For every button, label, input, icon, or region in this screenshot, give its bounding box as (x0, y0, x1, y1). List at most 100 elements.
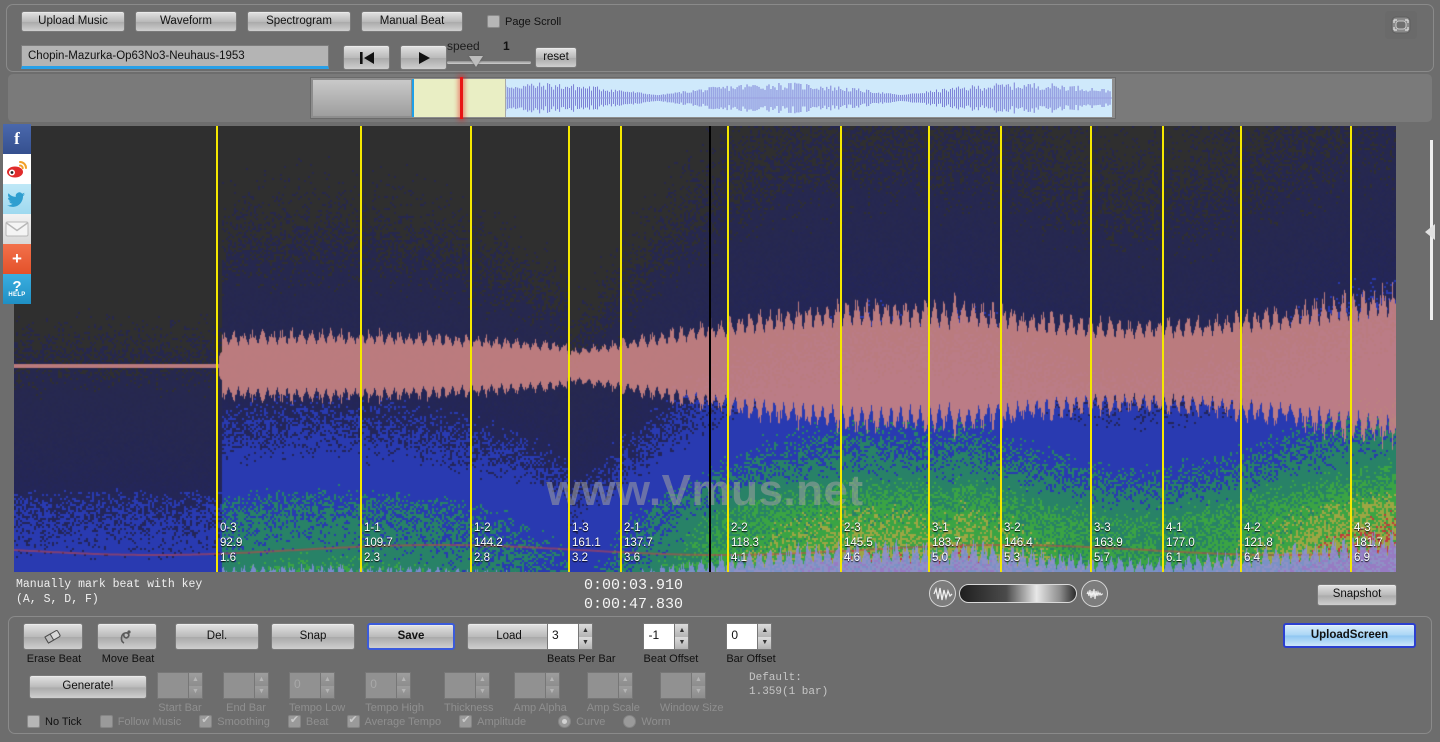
waveform-button[interactable]: Waveform (135, 11, 237, 32)
thickness-spinner[interactable]: ▲ ▼ Thickness (443, 672, 494, 714)
amp-scale-spinner[interactable]: ▲ ▼ Amp Scale (586, 672, 640, 714)
tempo-low-spinner-label: Tempo Low (289, 702, 346, 714)
beat-line[interactable] (620, 126, 622, 572)
vmus-beat-editor-app: Upload Music Waveform Spectrogram Manual… (0, 0, 1440, 742)
beat-index-label: 2-2 (731, 522, 748, 534)
no-tick-checkbox-box[interactable] (27, 715, 40, 728)
beat-label-group: 0-3 92.9 1.6 (220, 521, 242, 566)
tempo-low-spinner-stepper: ▲ ▼ (320, 672, 335, 699)
bar-offset-spinner-value[interactable]: 0 (726, 623, 758, 650)
beat-line[interactable] (1000, 126, 1002, 572)
erase-beat-tool[interactable]: Erase Beat (23, 623, 85, 665)
end-bar-spinner[interactable]: ▲ ▼ End Bar (223, 672, 269, 714)
load-button[interactable]: Load (467, 623, 551, 650)
erase-beat-button[interactable] (23, 623, 83, 650)
tempo-high-spinner-value: 0 (365, 672, 397, 699)
reset-speed-button[interactable]: reset (535, 47, 577, 68)
beat-line[interactable] (360, 126, 362, 572)
speed-slider-thumb[interactable] (469, 56, 483, 67)
beat-index-label: 1-1 (364, 522, 381, 534)
move-beat-tool[interactable]: Move Beat (97, 623, 159, 665)
beat-line[interactable] (840, 126, 842, 572)
snapshot-button[interactable]: Snapshot (1317, 584, 1397, 606)
no-tick-checkbox-label: No Tick (45, 715, 82, 728)
beat-label-group: 4-3 181.7 6.9 (1354, 521, 1383, 566)
stepper-up-icon[interactable]: ▲ (758, 624, 772, 637)
waveform-mix-icon[interactable] (929, 580, 956, 607)
beats-per-bar-spinner[interactable]: 3 ▲ ▼ Beats Per Bar (547, 623, 615, 665)
track-overview-strip[interactable] (8, 74, 1432, 122)
save-button[interactable]: Save (367, 623, 455, 650)
stepper-up-icon[interactable]: ▲ (579, 624, 592, 637)
upload-music-button[interactable]: Upload Music (21, 11, 125, 32)
spectrogram-canvas[interactable] (14, 126, 1396, 572)
stepper-down-icon[interactable]: ▼ (579, 636, 592, 649)
beats-per-bar-spinner-stepper[interactable]: ▲ ▼ (578, 623, 593, 650)
thickness-spinner-value (443, 672, 475, 699)
blend-slider-bar[interactable] (959, 584, 1077, 603)
help-icon[interactable]: ? HELP (3, 274, 31, 304)
page-scroll-control[interactable]: Page Scroll (487, 15, 561, 28)
speed-control[interactable]: speed 1 (447, 39, 531, 71)
fullscreen-resize-button[interactable] (1385, 11, 1417, 39)
beat-line[interactable] (1162, 126, 1164, 572)
amp-alpha-spinner[interactable]: ▲ ▼ Amp Alpha (513, 672, 567, 714)
beat-line[interactable] (1090, 126, 1092, 572)
page-scroll-checkbox[interactable] (487, 15, 500, 28)
vertical-zoom-thumb[interactable] (1425, 224, 1435, 240)
overview-inner[interactable] (310, 77, 1116, 119)
more-share-icon[interactable]: + (3, 244, 31, 274)
amplitude-checkbox-label: Amplitude (477, 715, 527, 728)
playhead-cursor[interactable] (709, 126, 711, 572)
generate-button[interactable]: Generate! (29, 675, 147, 699)
vertical-zoom-slider[interactable] (1425, 140, 1436, 320)
tempo-low-spinner[interactable]: 0 ▲ ▼ Tempo Low (289, 672, 345, 714)
beat-line[interactable] (1240, 126, 1242, 572)
beat-line[interactable] (1350, 126, 1352, 572)
delete-beat-button[interactable]: Del. (175, 623, 259, 650)
move-beat-button[interactable] (97, 623, 157, 650)
rewind-to-start-button[interactable] (343, 45, 390, 70)
beat-offset-spinner[interactable]: -1 ▲ ▼ Beat Offset (643, 623, 698, 665)
window-size-spinner[interactable]: ▲ ▼ Window Size (659, 672, 723, 714)
stepper-down-icon[interactable]: ▼ (758, 636, 772, 649)
beat-index-label: 2-1 (624, 522, 641, 534)
speed-slider-track[interactable] (447, 61, 531, 64)
beat-line[interactable] (470, 126, 472, 572)
track-name-input[interactable]: Chopin-Mazurka-Op63No3-Neuhaus-1953 (21, 45, 329, 69)
beat-offset-spinner-value[interactable]: -1 (643, 623, 675, 650)
beat-label-group: 3-1 183.7 5.0 (932, 521, 961, 566)
twitter-glyph (7, 192, 25, 207)
tempo-high-spinner-stepper: ▲ ▼ (396, 672, 412, 699)
twitter-share-icon[interactable] (3, 184, 31, 214)
beat-line[interactable] (568, 126, 570, 572)
upload-screen-button[interactable]: UploadScreen (1283, 623, 1416, 648)
overview-playhead[interactable] (460, 77, 463, 119)
beat-line[interactable] (928, 126, 930, 572)
waveform-spectrogram-display[interactable]: www.Vmus.net 0-3 92.9 1.6 1-1 109.7 2.3 1-2 144… (14, 126, 1396, 572)
tempo-high-spinner[interactable]: 0 ▲ ▼ Tempo High (365, 672, 424, 714)
stepper-up-icon[interactable]: ▲ (675, 624, 689, 637)
stepper-down-icon[interactable]: ▼ (675, 636, 689, 649)
follow-music-checkbox-box (99, 715, 113, 728)
weibo-share-icon[interactable] (3, 154, 31, 184)
snap-button[interactable]: Snap (271, 623, 355, 650)
facebook-share-icon[interactable]: f (3, 124, 31, 154)
no-tick-checkbox[interactable]: No Tick (27, 715, 82, 728)
email-share-icon[interactable] (3, 214, 31, 244)
bar-offset-spinner[interactable]: 0 ▲ ▼ Bar Offset (726, 623, 776, 665)
beat-line[interactable] (216, 126, 218, 572)
bar-offset-spinner-stepper[interactable]: ▲ ▼ (757, 623, 773, 650)
beat-index-label: 4-3 (1354, 522, 1371, 534)
beats-per-bar-spinner-value[interactable]: 3 (547, 623, 578, 650)
beat-offset-spinner-stepper[interactable]: ▲ ▼ (674, 623, 690, 650)
beat-tempo-label: 163.9 (1094, 537, 1123, 549)
spectrogram-button[interactable]: Spectrogram (247, 11, 351, 32)
waveform-spectrogram-blend-slider[interactable] (929, 580, 1109, 608)
manual-beat-button[interactable]: Manual Beat (361, 11, 463, 32)
beat-line[interactable] (727, 126, 729, 572)
spectrogram-mix-icon[interactable] (1081, 580, 1108, 607)
start-bar-spinner[interactable]: ▲ ▼ Start Bar (157, 672, 203, 714)
play-button[interactable] (400, 45, 447, 70)
overview-selection[interactable] (412, 77, 1112, 119)
